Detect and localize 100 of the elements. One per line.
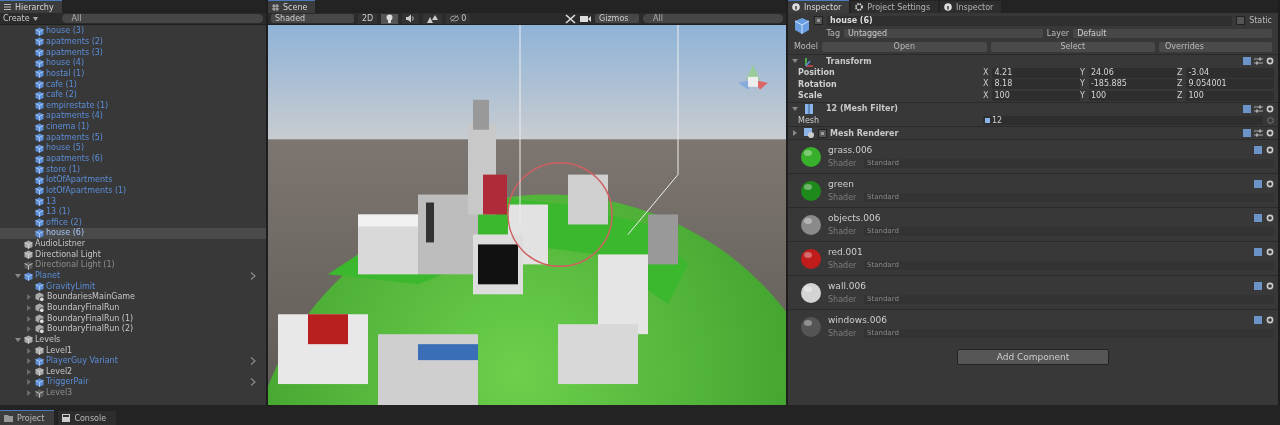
hierarchy-item[interactable]: PlayerGuy Variant	[0, 355, 266, 367]
tools-icon[interactable]	[565, 13, 576, 24]
expand-arrow-icon[interactable]	[26, 304, 32, 311]
model-button[interactable]: Open	[822, 41, 987, 52]
enabled-checkbox[interactable]	[818, 128, 827, 138]
chevron-right-icon[interactable]	[250, 357, 256, 366]
hierarchy-item[interactable]: house (4)	[0, 57, 266, 69]
tag-dropdown[interactable]: Untagged	[844, 29, 1043, 38]
expand-arrow-icon[interactable]	[26, 294, 32, 301]
hidden-count-toggle[interactable]: 0	[446, 13, 471, 24]
hierarchy-item[interactable]: GravityLimit	[0, 281, 266, 292]
expand-arrow-icon[interactable]	[26, 358, 32, 365]
settings-icon[interactable]	[1266, 129, 1274, 137]
settings-icon[interactable]	[1266, 282, 1274, 290]
hierarchy-item[interactable]: BoundaryFinalRun	[0, 302, 266, 314]
model-button[interactable]: Select	[990, 41, 1156, 52]
hierarchy-item[interactable]: apatments (3)	[0, 47, 266, 58]
hierarchy-item[interactable]: Level1	[0, 345, 266, 356]
number-field[interactable]: 9.054001	[1186, 79, 1274, 90]
sliders-icon[interactable]	[1254, 57, 1263, 65]
hierarchy-item[interactable]: TriggerPair	[0, 377, 266, 388]
hierarchy-item[interactable]: lotOfApartments	[0, 174, 266, 186]
hierarchy-item[interactable]: house (5)	[0, 143, 266, 154]
number-field[interactable]: 100	[1088, 90, 1177, 101]
audio-toggle[interactable]	[402, 13, 420, 24]
expand-arrow-icon[interactable]	[26, 326, 32, 333]
shading-dropdown[interactable]: Shaded	[271, 14, 354, 23]
camera-icon[interactable]	[580, 14, 591, 23]
inspector-tab[interactable]: Inspector	[788, 0, 850, 13]
expand-arrow-icon[interactable]	[26, 368, 32, 375]
hierarchy-item[interactable]: BoundaryFinalRun (2)	[0, 323, 266, 335]
number-field[interactable]: 24.06	[1088, 67, 1177, 78]
model-button[interactable]: Overrides	[1159, 41, 1272, 52]
hierarchy-item[interactable]: store (1)	[0, 164, 266, 175]
expand-arrow-icon[interactable]	[26, 390, 32, 397]
hierarchy-item[interactable]: 13 (1)	[0, 206, 266, 218]
inspector-tab[interactable]: Inspector	[940, 1, 1002, 13]
hierarchy-item[interactable]: Directional Light	[0, 249, 266, 261]
hierarchy-item[interactable]: BoundariesMainGame	[0, 292, 266, 303]
hierarchy-item[interactable]: cafe (2)	[0, 89, 266, 101]
hierarchy-item[interactable]: empirestate (1)	[0, 100, 266, 112]
hierarchy-item[interactable]: house (6)	[0, 228, 266, 239]
hierarchy-item[interactable]: 13	[0, 196, 266, 207]
inspector-tab[interactable]: Project Settings	[851, 1, 939, 13]
hierarchy-item[interactable]: cinema (1)	[0, 121, 266, 133]
mesh-field[interactable]: 12	[983, 115, 1263, 125]
number-field[interactable]: 8.18	[992, 79, 1080, 90]
sliders-icon[interactable]	[1254, 129, 1263, 137]
hierarchy-item[interactable]: Directional Light (1)	[0, 260, 266, 271]
hierarchy-tab[interactable]: Hierarchy	[0, 0, 62, 13]
hierarchy-item[interactable]: apatments (5)	[0, 132, 266, 144]
number-field[interactable]: 4.21	[992, 67, 1080, 78]
expand-arrow-icon[interactable]	[26, 347, 32, 354]
bottom-tab[interactable]: Console	[58, 411, 117, 425]
add-component-button[interactable]: Add Component	[957, 349, 1109, 365]
settings-icon[interactable]	[1266, 146, 1274, 154]
sliders-icon[interactable]	[1254, 104, 1263, 113]
hierarchy-item[interactable]: Level3	[0, 387, 266, 399]
hierarchy-item[interactable]: Planet	[0, 270, 266, 282]
expand-arrow-icon[interactable]	[792, 130, 798, 136]
create-dropdown[interactable]: Create	[3, 14, 58, 23]
effects-toggle[interactable]	[423, 13, 443, 24]
scene-tab[interactable]: Scene	[268, 0, 316, 13]
number-field[interactable]: 100	[1186, 90, 1274, 101]
object-picker-icon[interactable]	[1267, 116, 1274, 124]
expand-arrow-icon[interactable]	[15, 273, 21, 280]
hierarchy-item[interactable]: Levels	[0, 334, 266, 346]
expand-arrow-icon[interactable]	[26, 315, 32, 322]
object-name-field[interactable]: house (6)	[827, 15, 1233, 26]
search-field[interactable]: All	[61, 14, 263, 23]
expand-arrow-icon[interactable]	[792, 58, 798, 64]
search-field[interactable]: All	[643, 14, 783, 23]
hierarchy-item[interactable]: Level2	[0, 366, 266, 378]
hierarchy-item[interactable]: AudioListner	[0, 238, 266, 250]
settings-icon[interactable]	[1266, 316, 1274, 324]
expand-arrow-icon[interactable]	[26, 379, 32, 386]
settings-icon[interactable]	[1266, 104, 1274, 113]
number-field[interactable]: 100	[992, 90, 1080, 101]
chevron-right-icon[interactable]	[250, 378, 256, 387]
hierarchy-item[interactable]: BoundaryFinalRun (1)	[0, 313, 266, 324]
gizmos-dropdown[interactable]: Gizmos	[595, 14, 639, 23]
hierarchy-item[interactable]: cafe (1)	[0, 79, 266, 90]
number-field[interactable]: -3.04	[1186, 67, 1274, 78]
hierarchy-item[interactable]: apatments (2)	[0, 36, 266, 48]
bottom-tab[interactable]: Project	[0, 410, 55, 425]
settings-icon[interactable]	[1266, 248, 1274, 256]
hierarchy-item[interactable]: lotOfApartments (1)	[0, 185, 266, 197]
hierarchy-item[interactable]: hostal (1)	[0, 68, 266, 80]
chevron-right-icon[interactable]	[250, 272, 256, 281]
static-checkbox[interactable]	[1236, 16, 1246, 25]
expand-arrow-icon[interactable]	[15, 336, 21, 343]
settings-icon[interactable]	[1266, 57, 1274, 65]
layer-dropdown[interactable]: Default	[1073, 29, 1272, 38]
number-field[interactable]: -185.885	[1088, 79, 1177, 90]
settings-icon[interactable]	[1266, 180, 1274, 188]
hierarchy-item[interactable]: house (3)	[0, 26, 266, 37]
expand-arrow-icon[interactable]	[792, 105, 798, 112]
lighting-toggle[interactable]	[381, 13, 399, 24]
settings-icon[interactable]	[1266, 214, 1274, 222]
hierarchy-item[interactable]: office (2)	[0, 217, 266, 229]
